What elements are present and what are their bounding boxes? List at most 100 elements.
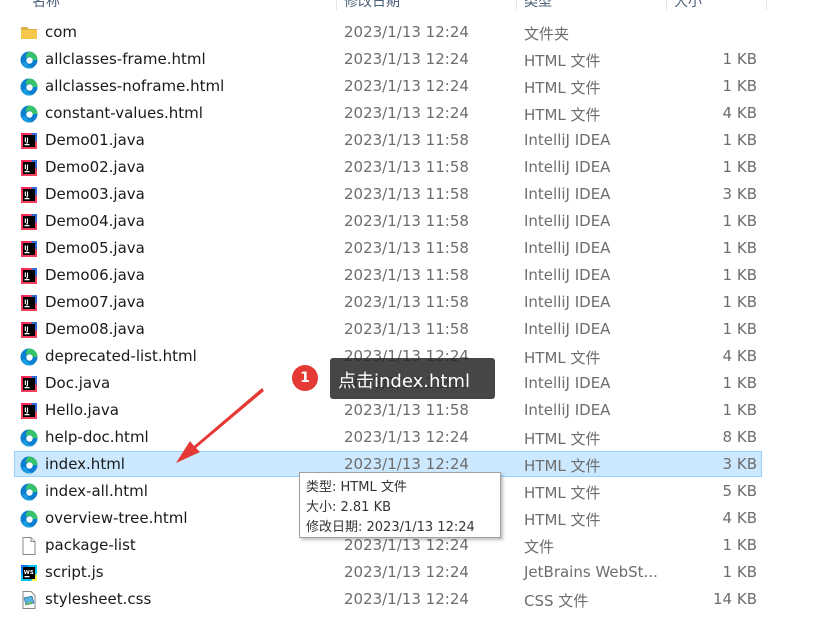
file-row[interactable]: IJ Demo03.java 2023/1/13 11:58 IntelliJ IDE… <box>14 181 762 207</box>
file-name: script.js <box>45 563 104 581</box>
file-type: HTML 文件 <box>524 511 601 529</box>
column-name-header[interactable]: 名称 <box>32 0 60 10</box>
intellij-icon: IJ <box>19 266 39 286</box>
tooltip-type: 类型: HTML 文件 <box>306 480 407 495</box>
file-name: Hello.java <box>45 401 119 419</box>
intellij-icon: IJ <box>19 401 39 421</box>
file-name: Demo05.java <box>45 239 145 257</box>
file-row[interactable]: IJ Demo02.java 2023/1/13 11:58 IntelliJ IDE… <box>14 154 762 180</box>
column-separator[interactable] <box>666 0 667 10</box>
callout-text: 点击index.html <box>338 371 470 392</box>
file-size: 3 KB <box>722 455 757 473</box>
file-modified-date: 2023/1/13 11:58 <box>344 239 469 257</box>
file-size: 4 KB <box>722 104 757 122</box>
blank-file-icon <box>19 536 39 556</box>
file-size: 1 KB <box>722 50 757 68</box>
file-size: 14 KB <box>713 590 757 608</box>
file-name: allclasses-noframe.html <box>45 77 225 95</box>
edge-icon <box>19 77 39 97</box>
file-name: Demo06.java <box>45 266 145 284</box>
file-name: com <box>45 23 78 41</box>
file-modified-date: 2023/1/13 11:58 <box>344 158 469 176</box>
edge-icon <box>19 104 39 124</box>
file-modified-date: 2023/1/13 12:24 <box>344 23 469 41</box>
file-tooltip: 类型: HTML 文件 大小: 2.81 KB 修改日期: 2023/1/13 … <box>299 472 501 538</box>
file-name: Demo02.java <box>45 158 145 176</box>
column-separator[interactable] <box>766 0 767 10</box>
edge-icon <box>19 428 39 448</box>
svg-text:IJ: IJ <box>24 164 28 171</box>
svg-text:IJ: IJ <box>24 407 28 414</box>
file-modified-date: 2023/1/13 11:58 <box>344 401 469 419</box>
file-type: IntelliJ IDEA <box>524 266 611 284</box>
column-date-header[interactable]: 修改日期 <box>344 0 400 10</box>
file-row[interactable]: com 2023/1/13 12:24 文件夹 <box>14 19 762 45</box>
file-name: package-list <box>45 536 136 554</box>
file-row[interactable]: IJ Demo05.java 2023/1/13 11:58 IntelliJ IDE… <box>14 235 762 261</box>
file-type: IntelliJ IDEA <box>524 185 611 203</box>
file-row[interactable]: help-doc.html 2023/1/13 12:24 HTML 文件 8 KB <box>14 424 762 450</box>
webstorm-icon: WS <box>19 563 39 583</box>
file-type: IntelliJ IDEA <box>524 212 611 230</box>
file-type: HTML 文件 <box>524 349 601 367</box>
file-row[interactable]: allclasses-frame.html 2023/1/13 12:24 HTML… <box>14 46 762 72</box>
file-type: CSS 文件 <box>524 592 589 610</box>
intellij-icon: IJ <box>19 212 39 232</box>
file-type: HTML 文件 <box>524 457 601 475</box>
file-type: HTML 文件 <box>524 484 601 502</box>
file-row[interactable]: allclasses-noframe.html 2023/1/13 12:24 HT… <box>14 73 762 99</box>
file-modified-date: 2023/1/13 12:24 <box>344 536 469 554</box>
column-type-header[interactable]: 类型 <box>524 0 552 10</box>
svg-text:IJ: IJ <box>24 191 28 198</box>
file-size: 1 KB <box>722 77 757 95</box>
file-type: IntelliJ IDEA <box>524 374 611 392</box>
file-size: 4 KB <box>722 509 757 527</box>
file-type: IntelliJ IDEA <box>524 131 611 149</box>
file-name: index.html <box>45 455 125 473</box>
tooltip-date: 修改日期: 2023/1/13 12:24 <box>306 520 475 535</box>
file-name: Demo01.java <box>45 131 145 149</box>
file-row[interactable]: IJ Demo08.java 2023/1/13 11:58 IntelliJ IDE… <box>14 316 762 342</box>
column-size-header[interactable]: 大小 <box>674 0 702 10</box>
intellij-icon: IJ <box>19 374 39 394</box>
intellij-icon: IJ <box>19 320 39 340</box>
file-row[interactable]: IJ Demo06.java 2023/1/13 11:58 IntelliJ IDE… <box>14 262 762 288</box>
file-type: 文件 <box>524 538 555 556</box>
file-size: 1 KB <box>722 563 757 581</box>
file-row[interactable]: WS script.js 2023/1/13 12:24 JetBrains WebS… <box>14 559 762 585</box>
file-size: 1 KB <box>722 374 757 392</box>
file-size: 3 KB <box>722 185 757 203</box>
file-modified-date: 2023/1/13 12:24 <box>344 77 469 95</box>
annotation-callout: 点击index.html <box>330 358 495 399</box>
file-type: IntelliJ IDEA <box>524 293 611 311</box>
file-name: Demo04.java <box>45 212 145 230</box>
svg-text:WS: WS <box>24 570 34 576</box>
file-type: HTML 文件 <box>524 52 601 70</box>
svg-text:IJ: IJ <box>24 245 28 252</box>
file-modified-date: 2023/1/13 11:58 <box>344 320 469 338</box>
file-type: IntelliJ IDEA <box>524 239 611 257</box>
file-row[interactable]: stylesheet.css 2023/1/13 12:24 CSS 文件 14 KB <box>14 586 762 612</box>
file-row[interactable]: constant-values.html 2023/1/13 12:24 HTML … <box>14 100 762 126</box>
file-type: HTML 文件 <box>524 79 601 97</box>
svg-text:IJ: IJ <box>24 326 28 333</box>
file-row[interactable]: IJ Demo04.java 2023/1/13 11:58 IntelliJ IDE… <box>14 208 762 234</box>
file-modified-date: 2023/1/13 11:58 <box>344 212 469 230</box>
file-size: 8 KB <box>722 428 757 446</box>
file-size: 1 KB <box>722 536 757 554</box>
column-separator[interactable] <box>516 0 517 10</box>
file-row[interactable]: IJ Demo07.java 2023/1/13 11:58 IntelliJ IDE… <box>14 289 762 315</box>
file-size: 1 KB <box>722 293 757 311</box>
svg-text:IJ: IJ <box>24 137 28 144</box>
file-type: IntelliJ IDEA <box>524 158 611 176</box>
file-name: Demo08.java <box>45 320 145 338</box>
file-row[interactable]: IJ Hello.java 2023/1/13 11:58 IntelliJ IDEA… <box>14 397 762 423</box>
file-name: constant-values.html <box>45 104 203 122</box>
file-row[interactable]: IJ Demo01.java 2023/1/13 11:58 IntelliJ IDE… <box>14 127 762 153</box>
file-modified-date: 2023/1/13 12:24 <box>344 563 469 581</box>
folder-icon <box>19 23 39 43</box>
file-type: HTML 文件 <box>524 106 601 124</box>
column-separator[interactable] <box>336 0 337 10</box>
file-name: help-doc.html <box>45 428 149 446</box>
css-file-icon <box>19 590 39 610</box>
